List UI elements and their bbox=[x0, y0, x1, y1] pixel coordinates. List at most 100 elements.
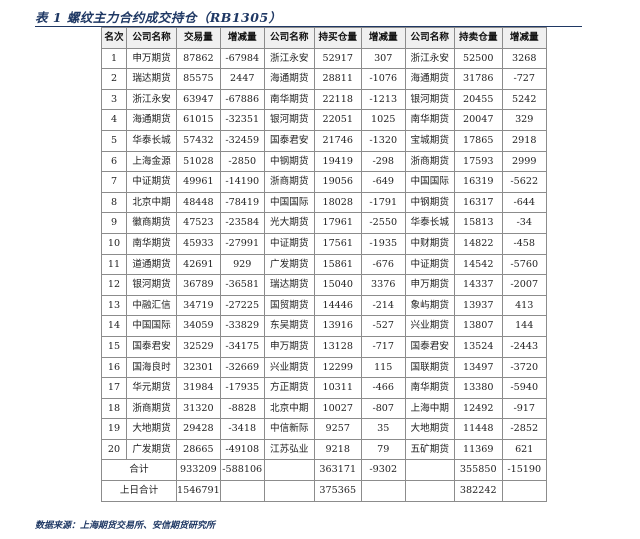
buy-change-cell: -649 bbox=[360, 171, 406, 193]
buy-change-cell: 79 bbox=[360, 438, 406, 461]
rank-cell: 16 bbox=[101, 356, 127, 379]
sell-position-cell: 11448 bbox=[453, 418, 503, 440]
sell-change-cell: -3720 bbox=[501, 356, 547, 379]
table-row: 17 华元期货 31984 -17935 方正期货 10311 -466 南华期货 13380-… bbox=[101, 377, 547, 399]
volume-cell: 47523 bbox=[176, 212, 221, 234]
company-cell: 国海良时 bbox=[126, 356, 177, 379]
rank-cell: 17 bbox=[101, 377, 127, 399]
buy-position-cell: 28811 bbox=[313, 68, 362, 90]
table-title: 表 1 螺纹主力合约成交持仓（RB1305） bbox=[35, 10, 282, 25]
buy-position-cell: 9257 bbox=[313, 418, 362, 440]
sell-position-cell: 17593 bbox=[453, 150, 503, 173]
volume-change-cell: -27225 bbox=[219, 294, 265, 317]
table-row: 12 银河期货 36789 -36581 瑞达期货 15040 3376 申万期货 14337-… bbox=[101, 274, 547, 296]
company-cell: 方正期货 bbox=[263, 377, 315, 399]
company-cell: 中证期货 bbox=[404, 253, 455, 276]
prev-total-volume: 1546791 bbox=[176, 480, 221, 502]
rank-cell: 3 bbox=[101, 88, 127, 111]
buy-position-cell: 21746 bbox=[313, 129, 362, 152]
buy-position-cell: 12299 bbox=[313, 356, 362, 379]
sell-change-cell: -917 bbox=[501, 397, 547, 420]
volume-cell: 34719 bbox=[176, 294, 221, 317]
sell-change-cell: -727 bbox=[501, 68, 547, 90]
buy-change-cell: -1213 bbox=[360, 88, 406, 111]
company-cell: 浙江永安 bbox=[126, 88, 177, 111]
volume-cell: 42691 bbox=[176, 253, 221, 276]
prev-total-empty bbox=[219, 480, 265, 502]
volume-cell: 32529 bbox=[176, 335, 221, 358]
volume-cell: 34059 bbox=[176, 315, 221, 337]
prev-total-empty bbox=[263, 480, 315, 502]
volume-change-cell: -2850 bbox=[219, 150, 265, 173]
volume-change-cell: -32669 bbox=[219, 356, 265, 379]
header-volume-change: 增减量 bbox=[219, 27, 265, 49]
table-row: 11 道通期货 42691 929 广发期货 15861 -676 中证期货 14542 -576… bbox=[101, 253, 547, 276]
company-cell: 南华期货 bbox=[126, 232, 177, 255]
sell-position-cell: 17865 bbox=[453, 129, 503, 152]
company-cell: 国贸期货 bbox=[263, 294, 315, 317]
rank-cell: 5 bbox=[101, 129, 127, 152]
buy-change-cell: -1935 bbox=[360, 232, 406, 255]
buy-position-cell: 22118 bbox=[313, 88, 362, 111]
company-cell: 国泰君安 bbox=[404, 335, 455, 358]
company-cell: 徽商期货 bbox=[126, 212, 177, 234]
table-row: 7 中证期货 49961 -14190 浙商期货 19056 -649 中国国际 16319 -5… bbox=[101, 171, 547, 193]
buy-change-cell: -676 bbox=[360, 253, 406, 276]
buy-position-cell: 15861 bbox=[313, 253, 362, 276]
company-cell: 江苏弘业 bbox=[263, 438, 315, 461]
volume-change-cell: 929 bbox=[219, 253, 265, 276]
rank-cell: 11 bbox=[101, 253, 127, 276]
header-company: 公司名称 bbox=[404, 27, 455, 49]
sell-change-cell: -5760 bbox=[501, 253, 547, 276]
company-cell: 中钢期货 bbox=[404, 191, 455, 214]
total-buy: 363171 bbox=[313, 459, 362, 482]
volume-cell: 48448 bbox=[176, 191, 221, 214]
table-row: 10 南华期货 45933 -27991 中证期货 17561 -1935 中财期货 14822… bbox=[101, 232, 547, 255]
company-cell: 五矿期货 bbox=[404, 438, 455, 461]
company-cell: 广发期货 bbox=[263, 253, 315, 276]
volume-change-cell: -33829 bbox=[219, 315, 265, 337]
buy-position-cell: 19056 bbox=[313, 171, 362, 193]
sell-position-cell: 13807 bbox=[453, 315, 503, 337]
rank-cell: 4 bbox=[101, 109, 127, 131]
buy-change-cell: -2550 bbox=[360, 212, 406, 234]
company-cell: 国联期货 bbox=[404, 356, 455, 379]
company-cell: 中证期货 bbox=[263, 232, 315, 255]
sell-position-cell: 13380 bbox=[453, 377, 503, 399]
company-cell: 瑞达期货 bbox=[263, 274, 315, 296]
buy-change-cell: -214 bbox=[360, 294, 406, 317]
company-cell: 申万期货 bbox=[404, 274, 455, 296]
buy-position-cell: 17561 bbox=[313, 232, 362, 255]
volume-change-cell: -3418 bbox=[219, 418, 265, 440]
rank-cell: 18 bbox=[101, 397, 127, 420]
sell-position-cell: 31786 bbox=[453, 68, 503, 90]
company-cell: 象屿期货 bbox=[404, 294, 455, 317]
volume-change-cell: -67984 bbox=[219, 47, 265, 70]
volume-change-cell: -17935 bbox=[219, 377, 265, 399]
table-row: 16 国海良时 32301 -32669 兴业期货 12299 115 国联期货 13497 -3… bbox=[101, 356, 547, 379]
volume-change-cell: -49108 bbox=[219, 438, 265, 461]
volume-change-cell: -14190 bbox=[219, 171, 265, 193]
volume-change-cell: -27991 bbox=[219, 232, 265, 255]
buy-change-cell: -466 bbox=[360, 377, 406, 399]
sell-position-cell: 12492 bbox=[453, 397, 503, 420]
volume-cell: 28665 bbox=[176, 438, 221, 461]
table-row: 15 国泰君安 32529 -34175 申万期货 13128 -717 国泰君安 13524-… bbox=[101, 335, 547, 358]
volume-cell: 85575 bbox=[176, 68, 221, 90]
buy-position-cell: 18028 bbox=[313, 191, 362, 214]
buy-change-cell: -298 bbox=[360, 150, 406, 173]
company-cell: 国泰君安 bbox=[263, 129, 315, 152]
company-cell: 华泰长城 bbox=[126, 129, 177, 152]
volume-cell: 31320 bbox=[176, 397, 221, 420]
total-volume: 933209 bbox=[176, 459, 221, 482]
rank-cell: 8 bbox=[101, 191, 127, 214]
header-buy-change: 增减量 bbox=[360, 27, 406, 49]
sell-change-cell: -5940 bbox=[501, 377, 547, 399]
volume-cell: 36789 bbox=[176, 274, 221, 296]
sell-change-cell: 329 bbox=[501, 109, 547, 131]
company-cell: 申万期货 bbox=[263, 335, 315, 358]
rank-cell: 9 bbox=[101, 212, 127, 234]
company-cell: 中国国际 bbox=[404, 171, 455, 193]
prev-total-empty bbox=[501, 480, 547, 502]
company-cell: 银河期货 bbox=[126, 274, 177, 296]
